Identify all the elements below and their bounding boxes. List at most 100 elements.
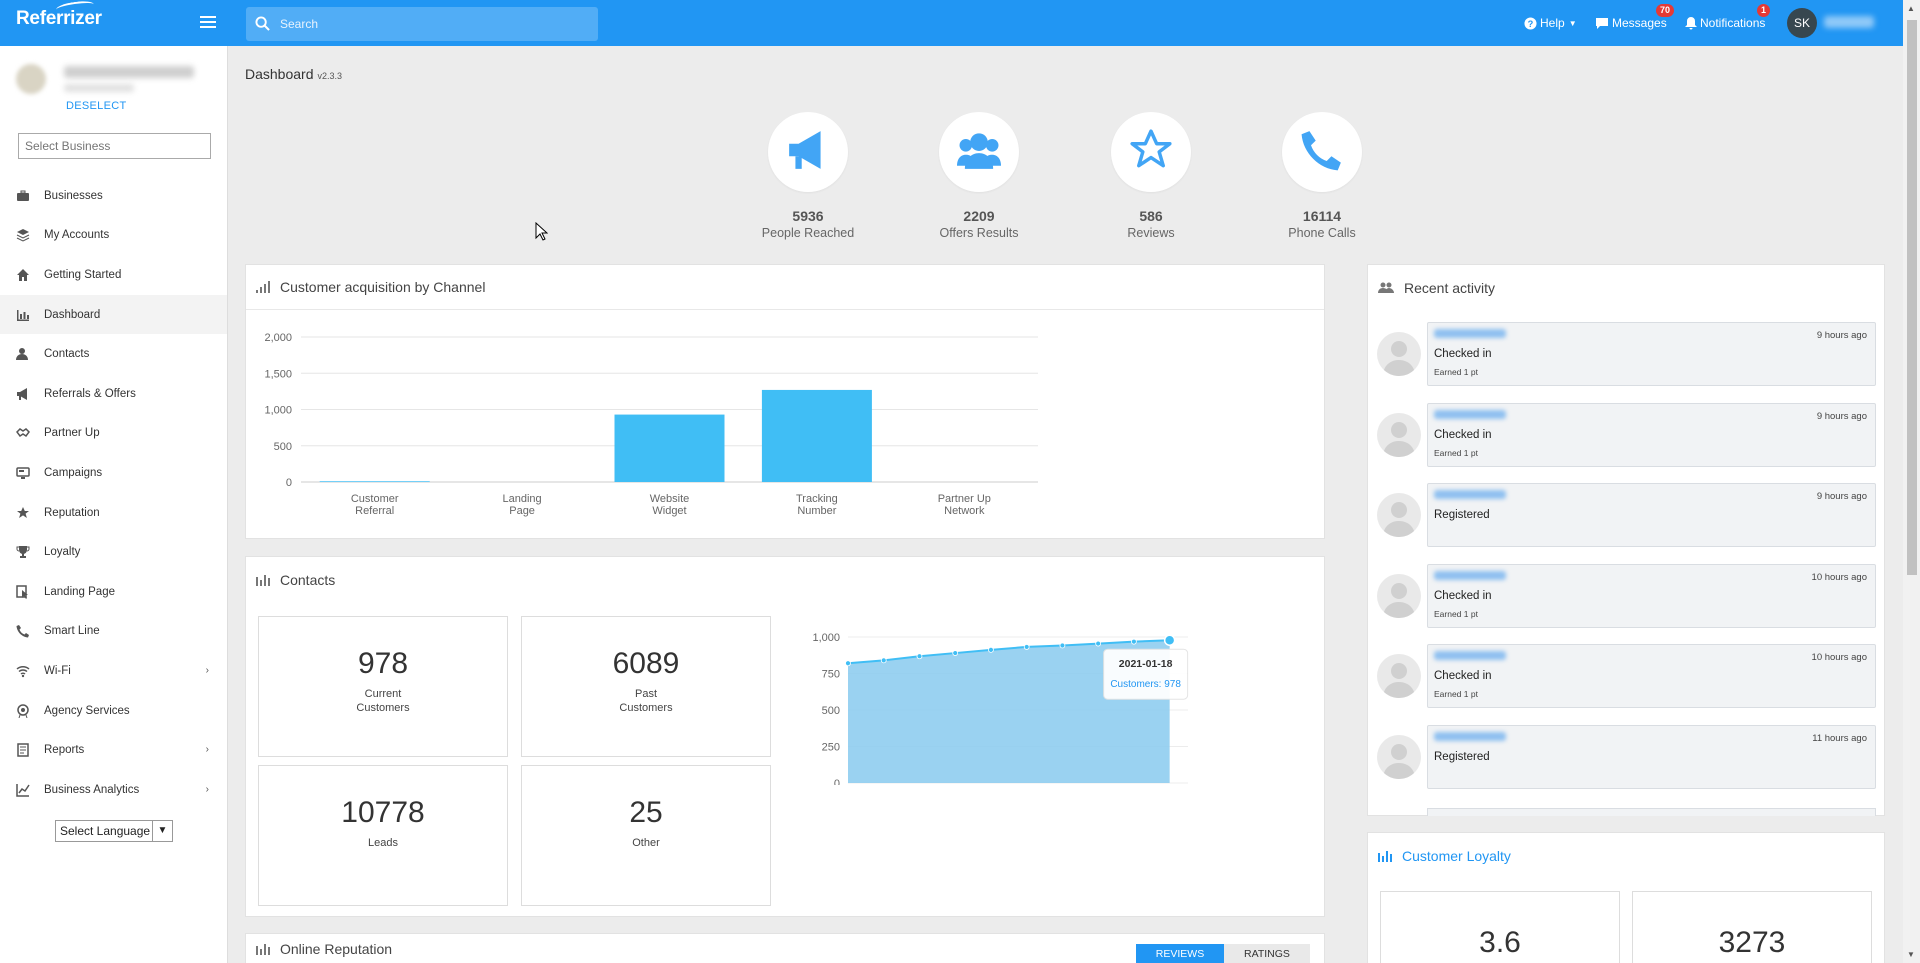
sidebar-item-loyalty[interactable]: Loyalty	[0, 532, 227, 572]
data-point[interactable]	[1059, 642, 1066, 649]
contact-name-blurred[interactable]	[1434, 731, 1506, 741]
sidebar-item-getting-started[interactable]: Getting Started	[0, 255, 227, 295]
language-label: Select Language	[60, 824, 151, 838]
star-outline-icon	[1129, 128, 1173, 177]
trophy-icon	[16, 545, 44, 559]
data-point[interactable]	[1095, 640, 1102, 647]
bar[interactable]	[319, 481, 430, 482]
stat-label: Phone Calls	[1288, 226, 1356, 240]
stat-card-phone-calls[interactable]: 16114 Phone Calls	[1237, 112, 1407, 240]
language-select[interactable]: Select Language ▼	[55, 820, 173, 842]
contacts-kpi-card[interactable]: 25 Other	[521, 765, 771, 906]
contact-name-blurred[interactable]	[1434, 570, 1506, 580]
kpi-value: 25	[629, 796, 663, 829]
phone-icon	[1300, 128, 1344, 177]
handshake-icon	[16, 426, 44, 440]
stat-card-reviews[interactable]: 586 Reviews	[1066, 112, 1236, 240]
sidebar-item-smart-line[interactable]: Smart Line	[0, 612, 227, 652]
kpi-value: 978	[357, 647, 409, 680]
sidebar-item-businesses[interactable]: Businesses	[0, 176, 227, 216]
messages-badge: 70	[1656, 4, 1675, 17]
notifications-badge: 1	[1757, 4, 1771, 17]
menu-toggle-icon[interactable]	[200, 16, 216, 28]
data-point[interactable]	[988, 646, 994, 653]
contacts-kpi-card[interactable]: 6089 Past Customers	[521, 616, 771, 757]
x-tick-label: Partner Up	[938, 493, 991, 505]
x-tick-label: Website	[650, 493, 690, 505]
chevron-down-icon: ▼	[152, 821, 172, 841]
contact-name-blurred[interactable]	[1434, 409, 1506, 419]
page-scrollbar[interactable]: ▲ ▼	[1903, 0, 1920, 963]
activity-item[interactable]: 10 hours ago Checked in Earned 1 pt	[1377, 563, 1876, 628]
data-point[interactable]	[1163, 634, 1176, 646]
chart-tooltip: 2021-01-18 Customers: 978	[1103, 648, 1189, 700]
sidebar-item-reports[interactable]: Reports ›	[0, 730, 227, 770]
data-point[interactable]	[916, 653, 923, 660]
stat-card-people-reached[interactable]: 5936 People Reached	[723, 112, 893, 240]
activity-item[interactable]: 11 hours ago Registered	[1377, 724, 1876, 789]
sidebar-item-my-accounts[interactable]: My Accounts	[0, 216, 227, 256]
contact-name-blurred[interactable]	[1434, 490, 1506, 499]
help-menu[interactable]: ? Help ▼	[1524, 0, 1577, 46]
search-input[interactable]	[280, 7, 590, 41]
sidebar-item-contacts[interactable]: Contacts	[0, 334, 227, 374]
contact-name-blurred[interactable]	[1434, 651, 1506, 660]
sidebar-item-wi-fi[interactable]: Wi-Fi ›	[0, 651, 227, 691]
sidebar-item-label: Referrals & Offers	[44, 387, 136, 400]
stat-card-offers-results[interactable]: 2209 Offers Results	[894, 112, 1064, 240]
scroll-down-icon[interactable]: ▼	[1907, 950, 1915, 959]
activity-event: Checked in	[1434, 428, 1492, 441]
tab-ratings[interactable]: RATINGS	[1224, 944, 1310, 963]
bar[interactable]	[761, 389, 872, 482]
contacts-header: Contacts	[246, 557, 1324, 602]
scrollbar-thumb[interactable]	[1907, 20, 1917, 575]
x-tick-label: Landing	[503, 493, 542, 505]
activity-card: 9 hours ago Checked in Earned 1 pt	[1427, 322, 1876, 386]
data-point[interactable]	[845, 660, 851, 667]
sidebar-item-label: Contacts	[44, 348, 90, 361]
sidebar-item-landing-page[interactable]: Landing Page	[0, 572, 227, 612]
activity-item[interactable]: 9 hours ago Checked in Earned 1 pt	[1377, 402, 1876, 467]
tab-reviews[interactable]: REVIEWS	[1136, 944, 1224, 963]
contacts-panel: Contacts 978 Current Customers 6089 Past …	[245, 556, 1325, 917]
data-point[interactable]	[1131, 638, 1137, 645]
activity-item[interactable]: 9 hours ago Registered	[1377, 483, 1876, 547]
activity-card: 9 hours ago Registered	[1427, 483, 1876, 547]
y-tick-label: 1,500	[264, 368, 292, 380]
sidebar: DESELECT Businesses My Accounts Getting St…	[0, 46, 228, 963]
sidebar-item-partner-up[interactable]: Partner Up	[0, 414, 227, 454]
sidebar-item-business-analytics[interactable]: Business Analytics ›	[0, 770, 227, 810]
notifications-link[interactable]: Notifications	[1685, 0, 1765, 46]
deselect-link[interactable]: DESELECT	[66, 100, 126, 112]
stat-circle	[768, 112, 848, 192]
activity-item[interactable]: 10 hours ago Checked in Earned 1 pt	[1377, 644, 1876, 708]
user-name-blurred[interactable]	[1824, 16, 1874, 28]
acquisition-panel: Customer acquisition by Channel 0 500 1,00…	[245, 264, 1325, 539]
sidebar-item-label: Agency Services	[44, 704, 130, 717]
acquisition-title: Customer acquisition by Channel	[280, 279, 486, 295]
sidebar-item-referrals-offers[interactable]: Referrals & Offers	[0, 374, 227, 414]
data-point[interactable]	[880, 657, 887, 664]
user-avatar[interactable]: SK	[1787, 8, 1817, 38]
y-tick-label: 250	[822, 742, 840, 754]
sidebar-item-reputation[interactable]: Reputation	[0, 493, 227, 533]
notifications-label: Notifications	[1700, 16, 1766, 30]
bar[interactable]	[614, 414, 725, 482]
select-business-input[interactable]	[18, 133, 211, 159]
sidebar-item-agency-services[interactable]: Agency Services	[0, 691, 227, 731]
activity-item[interactable]: 9 hours ago Checked in Earned 1 pt	[1377, 322, 1876, 386]
sidebar-item-label: Smart Line	[44, 625, 100, 638]
data-point[interactable]	[1023, 644, 1030, 650]
contacts-kpi-card[interactable]: 10778 Leads	[258, 765, 508, 906]
campaign-icon	[16, 466, 44, 480]
contacts-title: Contacts	[280, 571, 336, 588]
sidebar-item-campaigns[interactable]: Campaigns	[0, 453, 227, 493]
contact-name-blurred[interactable]	[1434, 329, 1506, 338]
kpi-label: Other	[632, 837, 660, 849]
contacts-kpi-card[interactable]: 978 Current Customers	[258, 616, 508, 757]
scroll-up-icon[interactable]: ▲	[1907, 4, 1915, 13]
sidebar-item-dashboard[interactable]: Dashboard	[0, 294, 227, 335]
stat-label: Reviews	[1127, 226, 1175, 240]
sidebar-item-label: Businesses	[44, 189, 103, 202]
data-point[interactable]	[952, 650, 959, 656]
